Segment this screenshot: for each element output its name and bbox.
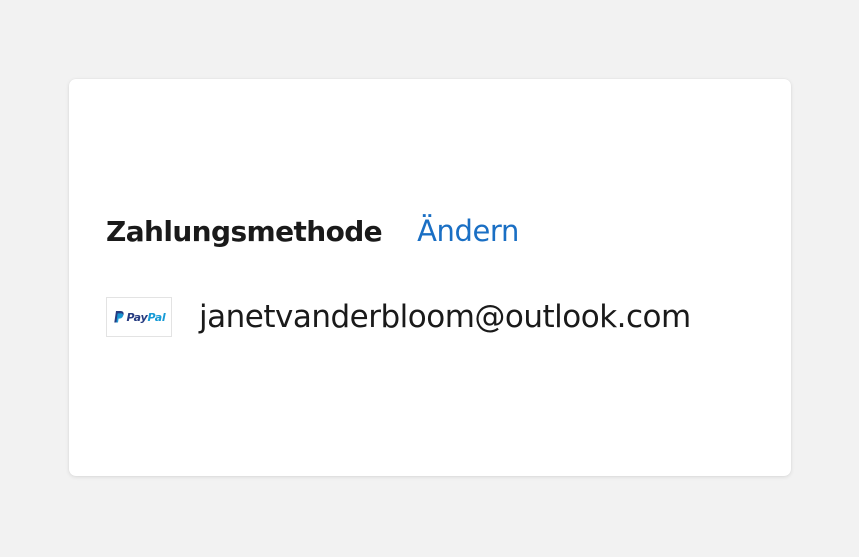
section-title: Zahlungsmethode bbox=[106, 215, 383, 248]
paypal-word-pal: Pal bbox=[147, 310, 166, 324]
paypal-word-pay: Pay bbox=[126, 310, 148, 324]
payment-method-header: Zahlungsmethode Ändern bbox=[106, 217, 519, 246]
payment-method-row: PayPal janetvanderbloom@outlook.com bbox=[106, 297, 691, 337]
paypal-wordmark: PayPal bbox=[127, 312, 166, 323]
payment-method-card: Zahlungsmethode Ändern PayPal janetvande… bbox=[69, 79, 791, 476]
paypal-logo: PayPal bbox=[106, 297, 172, 337]
paypal-icon bbox=[113, 311, 124, 323]
change-payment-method-link[interactable]: Ändern bbox=[417, 217, 519, 246]
paypal-account-email: janetvanderbloom@outlook.com bbox=[199, 298, 691, 335]
